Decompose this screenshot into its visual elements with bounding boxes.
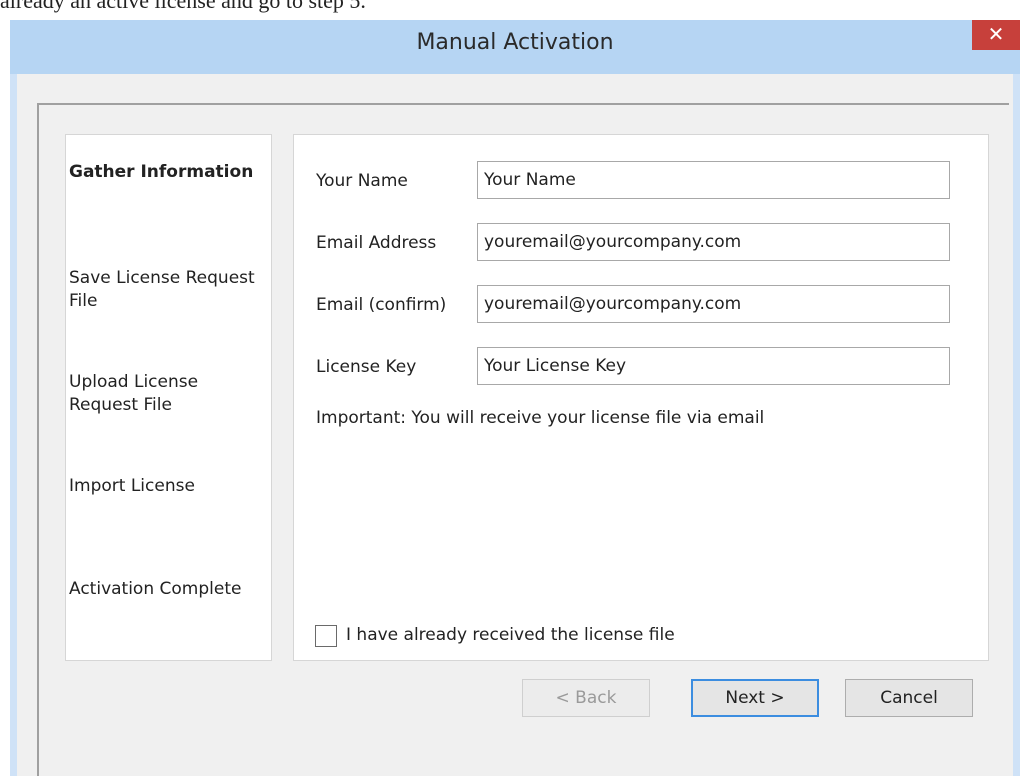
your-name-field[interactable] [477,161,950,199]
license-key-field[interactable] [477,347,950,385]
your-name-label: Your Name [316,171,408,191]
license-key-label: License Key [316,357,417,377]
manual-activation-dialog: Manual Activation ✕ Gather Information S… [10,20,1020,776]
email-address-field[interactable] [477,223,950,261]
email-address-label: Email Address [316,233,437,253]
close-button[interactable]: ✕ [972,20,1020,50]
dialog-title: Manual Activation [416,30,614,55]
document-text: already an active license and go to step… [0,0,366,13]
received-license-checkbox-label[interactable]: I have already received the license file [346,625,675,645]
received-license-checkbox[interactable] [315,625,337,647]
step-upload-license-request-file: Upload License Request File [69,372,199,415]
step-save-license-request-file: Save License Request File [69,268,255,311]
title-bar: Manual Activation ✕ [10,20,1020,74]
information-form: Your Name Email Address Email (confirm) … [293,134,989,661]
cancel-button[interactable]: Cancel [845,679,973,717]
step-gather-information: Gather Information [69,162,254,182]
dialog-client-area: Gather Information Save License Request … [17,74,1013,776]
email-confirm-field[interactable] [477,285,950,323]
next-button[interactable]: Next > [691,679,819,717]
close-icon: ✕ [987,22,1005,46]
step-activation-complete: Activation Complete [69,579,242,599]
email-confirm-label: Email (confirm) [316,295,447,315]
important-note: Important: You will receive your license… [316,408,765,428]
steps-panel: Gather Information Save License Request … [65,134,272,661]
document-text-fragment: already an active license and go to step… [0,0,1020,20]
back-button[interactable]: < Back [522,679,650,717]
step-import-license: Import License [69,476,195,496]
